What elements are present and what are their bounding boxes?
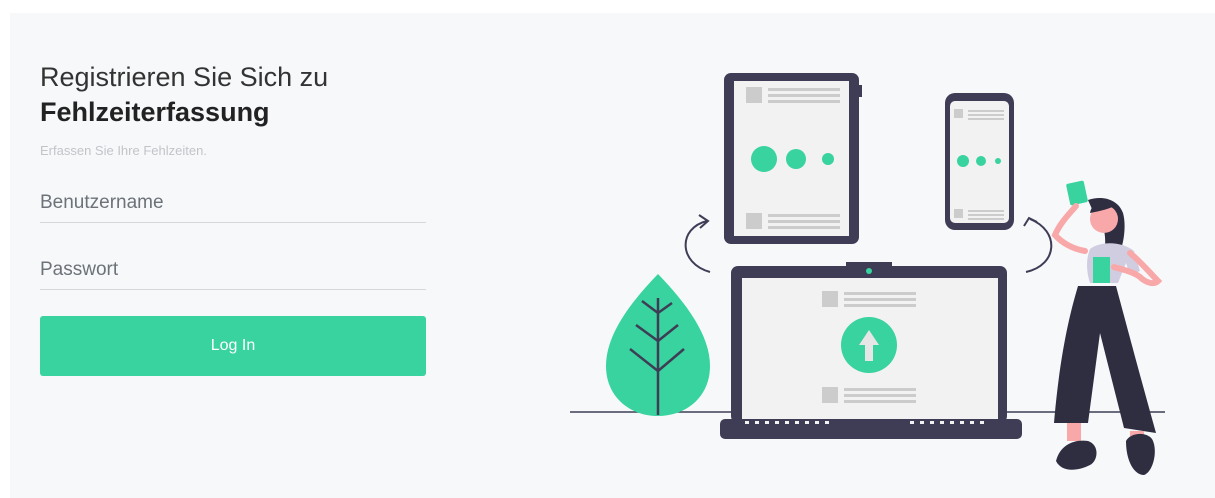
- woman-figure-icon: [1051, 180, 1163, 475]
- page-title-app-name: Fehlzeiterfassung: [40, 97, 270, 127]
- username-field-wrapper: [40, 186, 426, 223]
- password-field-wrapper: [40, 253, 426, 290]
- password-input[interactable]: [40, 253, 426, 287]
- username-input[interactable]: [40, 186, 426, 220]
- login-form: Registrieren Sie Sich zu Fehlzeiterfassu…: [40, 61, 426, 376]
- laptop-device-icon: [720, 262, 1022, 439]
- login-card: Registrieren Sie Sich zu Fehlzeiterfassu…: [10, 13, 1215, 498]
- page-title-line1: Registrieren Sie Sich zu: [40, 62, 329, 92]
- phone-device-icon: [945, 93, 1014, 230]
- devices-illustration: [570, 73, 1165, 475]
- page-subtitle: Erfassen Sie Ihre Fehlzeiten.: [40, 143, 207, 158]
- tablet-device-icon: [724, 73, 862, 244]
- leaf-plant-icon: [606, 274, 710, 416]
- login-button[interactable]: Log In: [40, 316, 426, 376]
